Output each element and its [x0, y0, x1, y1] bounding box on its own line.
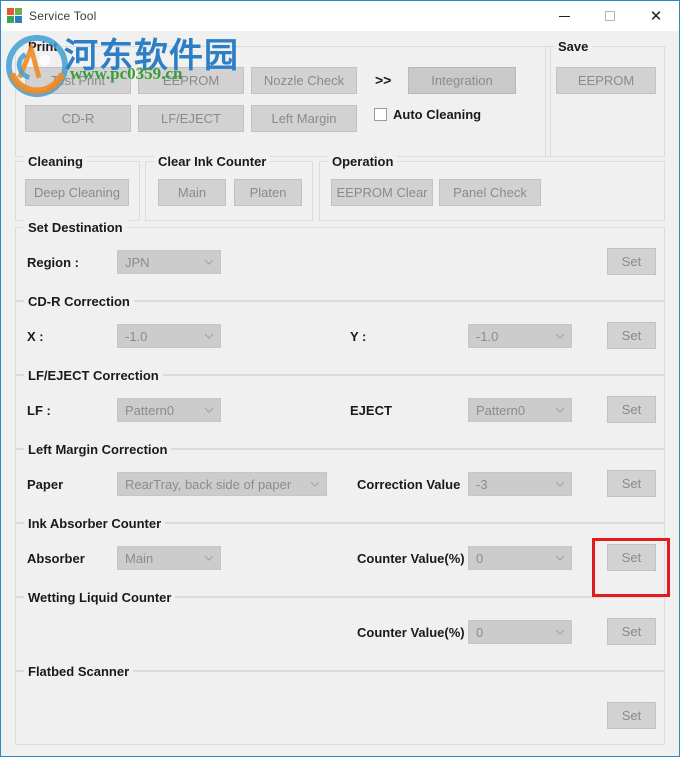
wetting-liquid-counter-group: Wetting Liquid Counter Counter Value(%) …	[15, 590, 665, 671]
operation-group: Operation EEPROM Clear Panel Check	[319, 154, 665, 221]
flatbed-scanner-set-button[interactable]: Set	[607, 702, 656, 729]
cdr-correction-legend: CD-R Correction	[24, 294, 134, 309]
save-group-legend: Save	[554, 39, 593, 54]
cdr-y-select[interactable]: -1.0	[468, 324, 572, 348]
minimize-button[interactable]	[541, 1, 587, 31]
operation-group-legend: Operation	[328, 154, 398, 169]
client-area: Print Test Print EEPROM Nozzle Check >> …	[2, 31, 678, 756]
nozzle-check-button[interactable]: Nozzle Check	[251, 67, 357, 94]
maximize-button[interactable]	[587, 1, 633, 31]
cdr-correction-group: CD-R Correction X : -1.0 Y : -1.0 Set	[15, 294, 665, 375]
ink-absorber-counter-legend: Ink Absorber Counter	[24, 516, 166, 531]
flatbed-scanner-group: Flatbed Scanner Set	[15, 664, 665, 745]
eeprom-button[interactable]: EEPROM	[138, 67, 244, 94]
region-select-value: JPN	[125, 254, 150, 270]
lf-select-value: Pattern0	[125, 402, 175, 418]
cdr-x-label: X :	[27, 329, 44, 344]
correction-value: -3	[476, 476, 488, 492]
cdr-y-label: Y :	[350, 329, 367, 344]
cdr-button[interactable]: CD-R	[25, 105, 131, 132]
cleaning-group-legend: Cleaning	[24, 154, 87, 169]
cdr-correction-set-button[interactable]: Set	[607, 322, 656, 349]
chevron-down-icon	[205, 556, 213, 561]
lf-select[interactable]: Pattern0	[117, 398, 221, 422]
clear-ink-counter-legend: Clear Ink Counter	[154, 154, 271, 169]
left-margin-set-button[interactable]: Set	[607, 470, 656, 497]
lf-eject-set-button[interactable]: Set	[607, 396, 656, 423]
chevron-double-right-icon: >>	[375, 72, 392, 88]
paper-select[interactable]: RearTray, back side of paper	[117, 472, 327, 496]
eeprom-clear-button[interactable]: EEPROM Clear	[331, 179, 433, 206]
chevron-down-icon	[556, 630, 564, 635]
print-group-legend: Print	[24, 39, 62, 54]
eject-select[interactable]: Pattern0	[468, 398, 572, 422]
set-destination-legend: Set Destination	[24, 220, 127, 235]
cleaning-group: Cleaning Deep Cleaning	[15, 154, 140, 221]
ink-absorber-counter-group: Ink Absorber Counter Absorber Main Count…	[15, 516, 665, 597]
chevron-down-icon	[205, 408, 213, 413]
chevron-down-icon	[556, 556, 564, 561]
app-icon	[7, 8, 23, 24]
save-group: Save EEPROM	[545, 39, 665, 157]
lf-eject-correction-legend: LF/EJECT Correction	[24, 368, 163, 383]
chevron-down-icon	[556, 408, 564, 413]
ink-counter-value-select[interactable]: 0	[468, 546, 572, 570]
paper-select-value: RearTray, back side of paper	[125, 476, 292, 492]
chevron-down-icon	[205, 334, 213, 339]
wetting-counter-value: 0	[476, 624, 484, 640]
chevron-down-icon	[556, 482, 564, 487]
print-group: Print Test Print EEPROM Nozzle Check >> …	[15, 39, 551, 157]
auto-cleaning-checkbox[interactable]: Auto Cleaning	[374, 107, 481, 122]
left-margin-button[interactable]: Left Margin	[251, 105, 357, 132]
ink-absorber-set-button[interactable]: Set	[607, 544, 656, 571]
correction-value-select[interactable]: -3	[468, 472, 572, 496]
flatbed-scanner-legend: Flatbed Scanner	[24, 664, 134, 679]
integration-button[interactable]: Integration	[408, 67, 516, 94]
clear-ink-counter-group: Clear Ink Counter Main Platen	[145, 154, 313, 221]
lf-eject-correction-group: LF/EJECT Correction LF : Pattern0 EJECT …	[15, 368, 665, 449]
wetting-counter-value-select[interactable]: 0	[468, 620, 572, 644]
absorber-select[interactable]: Main	[117, 546, 221, 570]
test-print-button[interactable]: Test Print	[25, 67, 131, 94]
left-margin-correction-group: Left Margin Correction Paper RearTray, b…	[15, 442, 665, 523]
cdr-x-value: -1.0	[125, 328, 148, 344]
title-bar: Service Tool ✕	[1, 1, 679, 31]
cdr-x-select[interactable]: -1.0	[117, 324, 221, 348]
absorber-label: Absorber	[27, 551, 85, 566]
close-icon[interactable]: ✕	[633, 1, 679, 31]
set-destination-set-button[interactable]: Set	[607, 248, 656, 275]
chevron-down-icon	[311, 482, 319, 487]
left-margin-correction-legend: Left Margin Correction	[24, 442, 172, 457]
paper-label: Paper	[27, 477, 64, 492]
correction-value-label: Correction Value	[357, 477, 461, 492]
clear-ink-platen-button[interactable]: Platen	[234, 179, 302, 206]
wetting-liquid-set-button[interactable]: Set	[607, 618, 656, 645]
chevron-down-icon	[205, 260, 213, 265]
lf-eject-button[interactable]: LF/EJECT	[138, 105, 244, 132]
region-label: Region :	[27, 255, 79, 270]
checkbox-box-icon[interactable]	[374, 108, 387, 121]
absorber-select-value: Main	[125, 550, 154, 566]
set-destination-group: Set Destination Region : JPN Set	[15, 220, 665, 301]
save-eeprom-button[interactable]: EEPROM	[556, 67, 656, 94]
panel-check-button[interactable]: Panel Check	[439, 179, 541, 206]
region-select[interactable]: JPN	[117, 250, 221, 274]
cdr-y-value: -1.0	[476, 328, 499, 344]
clear-ink-main-button[interactable]: Main	[158, 179, 226, 206]
lf-label: LF :	[27, 403, 51, 418]
ink-counter-value-label: Counter Value(%)	[357, 551, 465, 566]
wetting-liquid-counter-legend: Wetting Liquid Counter	[24, 590, 176, 605]
eject-label: EJECT	[350, 403, 392, 418]
window-controls: ✕	[541, 1, 679, 31]
eject-select-value: Pattern0	[476, 402, 526, 418]
service-tool-window: Service Tool ✕ Print Test Print EEPROM N…	[0, 0, 680, 757]
window-title: Service Tool	[29, 9, 97, 23]
chevron-down-icon	[556, 334, 564, 339]
auto-cleaning-label: Auto Cleaning	[393, 107, 482, 122]
deep-cleaning-button[interactable]: Deep Cleaning	[25, 179, 129, 206]
ink-counter-value: 0	[476, 550, 484, 566]
wetting-counter-value-label: Counter Value(%)	[357, 625, 465, 640]
